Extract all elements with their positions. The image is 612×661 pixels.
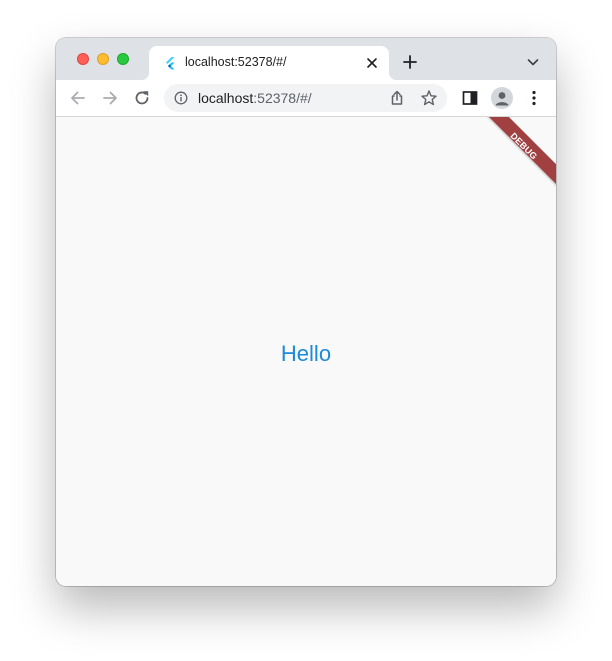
browser-toolbar: localhost:52378/#/ (56, 80, 556, 117)
debug-banner: DEBUG (470, 117, 556, 200)
url-text[interactable]: localhost:52378/#/ (198, 90, 312, 106)
arrow-left-icon[interactable] (68, 88, 88, 108)
share-icon[interactable] (388, 89, 406, 107)
hello-text: Hello (280, 341, 332, 366)
avatar[interactable] (491, 87, 513, 109)
chevron-down-icon[interactable] (526, 55, 540, 69)
kebab-menu-icon[interactable] (524, 88, 544, 108)
tab-title: localhost:52378/#/ (185, 55, 287, 69)
browser-window: localhost:52378/#/ localhost:52378/#/ He… (56, 38, 556, 586)
active-tab[interactable]: localhost:52378/#/ (141, 46, 397, 80)
star-icon[interactable] (420, 89, 438, 107)
url-path: :52378/#/ (253, 90, 312, 106)
flutter-icon (166, 57, 175, 70)
arrow-right-icon[interactable] (100, 88, 120, 108)
tab-strip: localhost:52378/#/ (56, 38, 556, 80)
info-icon[interactable] (174, 91, 188, 105)
reload-icon[interactable] (132, 88, 152, 108)
close-window-button[interactable] (77, 53, 89, 65)
page-content: Hello DEBUG (56, 117, 556, 586)
side-panel-icon[interactable] (460, 88, 480, 108)
plus-icon[interactable] (401, 53, 419, 71)
debug-banner-label: DEBUG (508, 130, 540, 162)
url-host: localhost (198, 90, 254, 106)
zoom-window-button[interactable] (117, 53, 129, 65)
avatar-icon (495, 92, 509, 106)
close-icon[interactable] (364, 55, 380, 71)
address-bar[interactable]: localhost:52378/#/ (164, 84, 447, 112)
minimize-window-button[interactable] (97, 53, 109, 65)
